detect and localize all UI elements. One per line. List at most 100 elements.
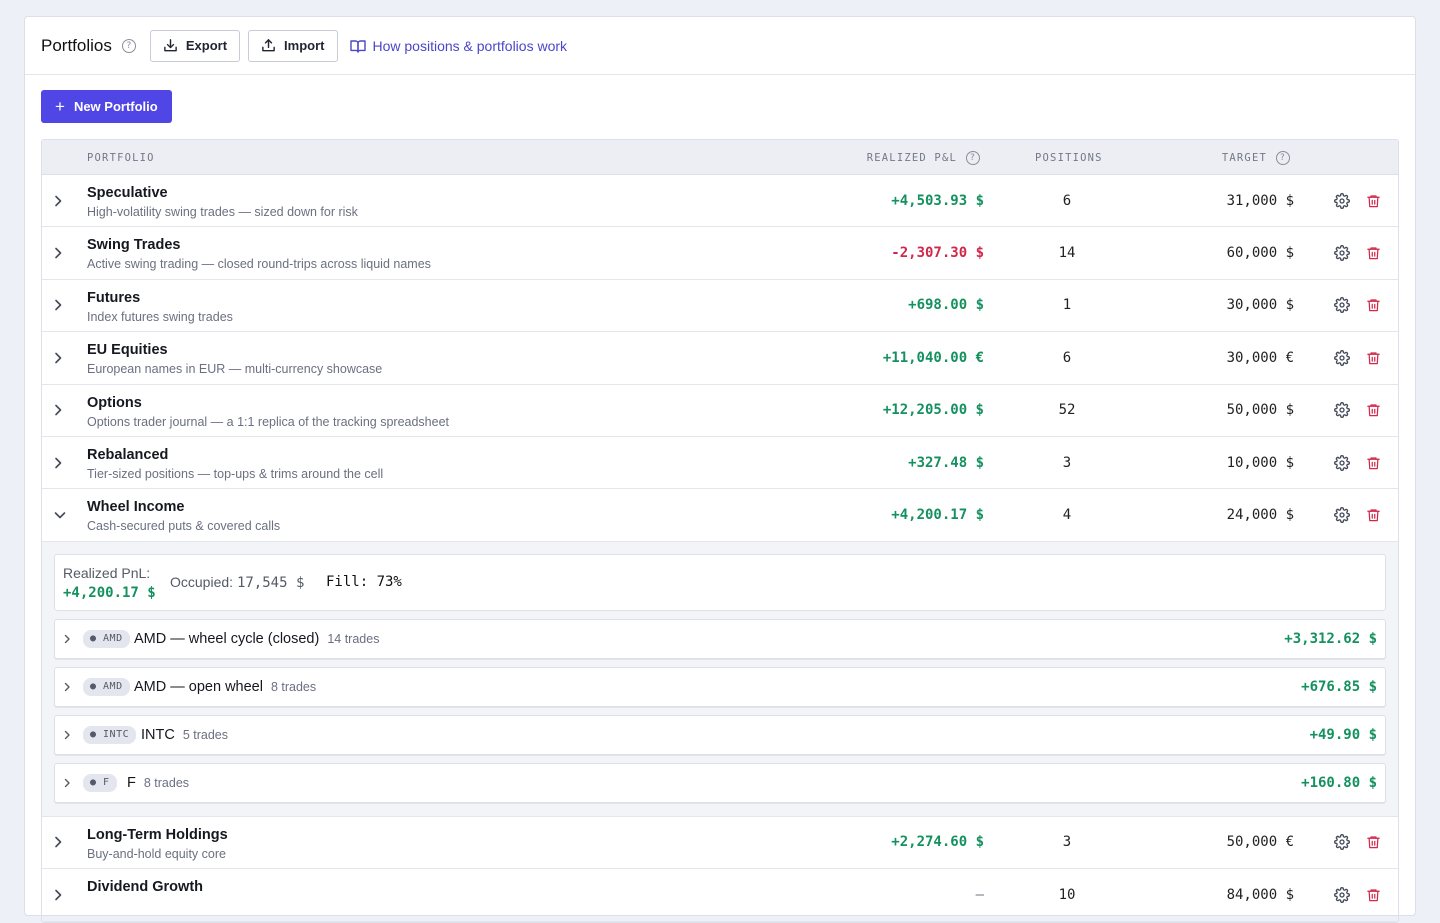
realized-pnl-value: +4,200.17 $ (63, 584, 156, 601)
table-row[interactable]: Long-Term Holdings Buy-and-hold equity co… (42, 817, 1398, 870)
position-pnl: +49.90 $ (1309, 726, 1377, 743)
gear-icon[interactable] (1334, 175, 1350, 226)
positions-count: 6 (1062, 192, 1072, 209)
position-item[interactable]: ● F F 8 trades +160.80 $ (54, 762, 1386, 803)
realized-pnl: +698.00 $ (908, 297, 984, 314)
positions-count: 4 (1062, 507, 1072, 524)
column-realized-pnl-label: REALIZED P&L (866, 151, 957, 164)
table-row[interactable]: Rebalanced Tier-sized positions — top-ups… (42, 437, 1398, 490)
target-value: 31,000 $ (1226, 192, 1294, 209)
chevron-down-icon[interactable] (54, 489, 66, 540)
realized-pnl: +11,040.00 € (882, 349, 984, 366)
gear-icon[interactable] (1334, 869, 1350, 920)
position-name: AMD — open wheel (134, 678, 263, 695)
trash-icon[interactable] (1366, 175, 1381, 226)
portfolio-description: Tier-sized positions — top-ups & trims a… (87, 466, 384, 481)
table-row[interactable]: EU Equities European names in EUR — multi… (42, 332, 1398, 385)
position-name: AMD — wheel cycle (closed) (134, 630, 320, 647)
chevron-right-icon[interactable] (54, 175, 66, 226)
portfolio-summary: Realized PnL: +4,200.17 $ Occupied: 17,545… (54, 553, 1386, 611)
portfolio-name: Dividend Growth (87, 879, 203, 896)
realized-pnl: +4,503.93 $ (891, 192, 984, 209)
gear-icon[interactable] (1334, 227, 1350, 278)
trash-icon[interactable] (1366, 227, 1381, 278)
realized-pnl: +4,200.17 $ (891, 507, 984, 524)
trash-icon[interactable] (1366, 869, 1381, 920)
import-label: Import (284, 38, 325, 53)
portfolios-table: PORTFOLIO REALIZED P&L? POSITIONS TARGET… (41, 139, 1399, 923)
target-value: 30,000 € (1226, 349, 1294, 366)
target-value: 84,000 $ (1226, 886, 1294, 903)
column-target-label: TARGET (1221, 151, 1267, 164)
positions-count: 1 (1062, 297, 1072, 314)
book-icon (349, 39, 366, 53)
positions-count: 52 (1058, 402, 1076, 419)
page-title: Portfolios (41, 35, 112, 55)
table-row[interactable]: Options Options trader journal — a 1:1 re… (42, 385, 1398, 437)
trade-count: 14 trades (327, 631, 380, 646)
chevron-right-icon[interactable] (54, 332, 66, 383)
fill-stat: Fill: 73% (326, 573, 402, 590)
trash-icon[interactable] (1366, 280, 1381, 331)
column-portfolio: PORTFOLIO (87, 151, 155, 164)
export-button[interactable]: Export (149, 29, 241, 62)
gear-icon[interactable] (1334, 385, 1350, 436)
gear-icon[interactable] (1334, 437, 1350, 488)
chevron-right-icon[interactable] (64, 764, 71, 802)
realized-pnl-label: Realized PnL: (63, 564, 151, 581)
realized-pnl: — (975, 886, 984, 903)
position-item[interactable]: ● AMD AMD — wheel cycle (closed) 14 trades… (54, 618, 1386, 659)
target-value: 50,000 € (1226, 834, 1294, 851)
chevron-right-icon[interactable] (54, 869, 66, 920)
column-realized-pnl: REALIZED P&L? (867, 140, 980, 175)
plus-icon: + (55, 97, 65, 116)
trash-icon[interactable] (1366, 817, 1381, 868)
help-icon[interactable]: ? (121, 38, 136, 53)
ticker-badge: ● AMD (83, 620, 130, 658)
chevron-right-icon[interactable] (54, 437, 66, 488)
target-value: 60,000 $ (1226, 245, 1294, 262)
chevron-right-icon[interactable] (64, 668, 71, 706)
trade-count: 5 trades (182, 727, 229, 742)
gear-icon[interactable] (1334, 489, 1350, 540)
column-target: TARGET? (1222, 140, 1290, 175)
table-row[interactable]: Speculative High-volatility swing trades … (42, 175, 1398, 228)
docs-link[interactable]: How positions & portfolios work (349, 37, 568, 54)
chevron-right-icon[interactable] (54, 227, 66, 278)
new-portfolio-label: New Portfolio (73, 99, 158, 114)
table-row[interactable]: Dividend Growth — 10 84,000 $ (42, 869, 1398, 922)
trash-icon[interactable] (1366, 437, 1381, 488)
table-header: PORTFOLIO REALIZED P&L? POSITIONS TARGET… (42, 140, 1398, 175)
occupied-label: Occupied: (170, 573, 234, 590)
positions-count: 14 (1058, 245, 1076, 262)
target-value: 30,000 $ (1226, 297, 1294, 314)
help-icon[interactable]: ? (966, 150, 980, 165)
expanded-portfolio-panel: Realized PnL: +4,200.17 $ Occupied: 17,545… (42, 541, 1398, 817)
new-portfolio-button[interactable]: + New Portfolio (41, 90, 172, 123)
portfolio-description: Index futures swing trades (87, 309, 233, 324)
trash-icon[interactable] (1366, 385, 1381, 436)
position-pnl: +676.85 $ (1301, 678, 1377, 695)
table-row[interactable]: Wheel Income Cash-secured puts & covered … (42, 489, 1398, 542)
chevron-right-icon[interactable] (54, 385, 66, 436)
table-row[interactable]: Swing Trades Active swing trading — close… (42, 227, 1398, 280)
gear-icon[interactable] (1334, 280, 1350, 331)
chevron-right-icon[interactable] (54, 817, 66, 868)
position-item[interactable]: ● INTC INTC 5 trades +49.90 $ (54, 714, 1386, 755)
upload-icon (262, 39, 275, 52)
portfolios-card: Portfolios ? Export Import How positions… (24, 16, 1416, 923)
chevron-right-icon[interactable] (64, 716, 71, 754)
chevron-right-icon[interactable] (64, 620, 71, 658)
trash-icon[interactable] (1366, 489, 1381, 540)
gear-icon[interactable] (1334, 817, 1350, 868)
help-icon[interactable]: ? (1276, 150, 1290, 165)
table-row[interactable]: Futures Index futures swing trades +698.00… (42, 280, 1398, 333)
docs-link-label: How positions & portfolios work (372, 37, 568, 54)
trash-icon[interactable] (1366, 332, 1381, 383)
import-button[interactable]: Import (248, 29, 338, 62)
portfolio-name: Rebalanced (87, 446, 169, 463)
gear-icon[interactable] (1334, 332, 1350, 383)
chevron-right-icon[interactable] (54, 280, 66, 331)
position-item[interactable]: ● AMD AMD — open wheel 8 trades +676.85 $ (54, 666, 1386, 707)
portfolio-name: EU Equities (87, 342, 168, 359)
